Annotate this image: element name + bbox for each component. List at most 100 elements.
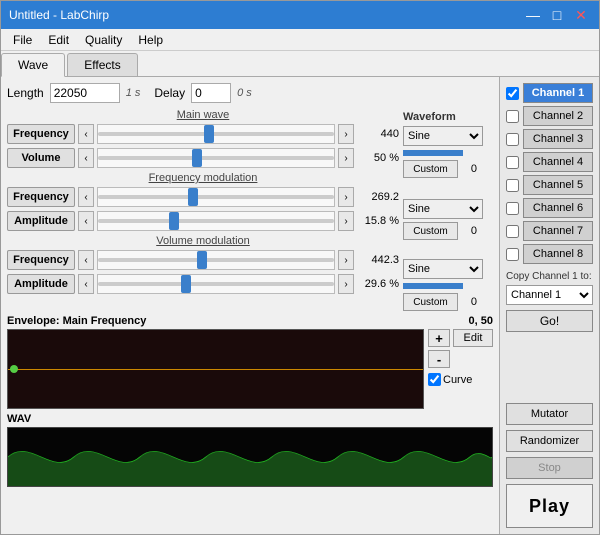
fm-custom-button[interactable]: Custom xyxy=(403,222,458,240)
freq-left-arrow[interactable]: ‹ xyxy=(78,124,94,144)
fm-amp-right[interactable]: › xyxy=(338,211,354,231)
fm-freq-right[interactable]: › xyxy=(338,187,354,207)
go-button[interactable]: Go! xyxy=(506,310,593,332)
channel-2-button[interactable]: Channel 2 xyxy=(523,106,593,126)
vm-freq-left[interactable]: ‹ xyxy=(78,250,94,270)
tab-wave[interactable]: Wave xyxy=(1,53,65,77)
channel-4-button[interactable]: Channel 4 xyxy=(523,152,593,172)
vm-amplitude-button[interactable]: Amplitude xyxy=(7,274,75,294)
main-custom-button[interactable]: Custom xyxy=(403,160,458,178)
wav-section: WAV xyxy=(7,413,493,487)
tab-effects[interactable]: Effects xyxy=(67,53,137,76)
fm-amp-row: Amplitude ‹ › 15.8 % xyxy=(7,211,399,231)
main-wf-bar xyxy=(403,150,463,156)
copy-channel-select[interactable]: Channel 1 Channel 2 Channel 3 Channel 4 … xyxy=(506,285,593,305)
main-wf-custom-row: Custom 0 xyxy=(403,160,493,178)
vm-amp-left[interactable]: ‹ xyxy=(78,274,94,294)
volume-button[interactable]: Volume xyxy=(7,148,75,168)
envelope-controls: + Edit - Curve xyxy=(428,329,493,386)
vol-right-arrow[interactable]: › xyxy=(338,148,354,168)
envelope-plus-button[interactable]: + xyxy=(428,329,450,347)
channel-5-button[interactable]: Channel 5 xyxy=(523,175,593,195)
window-title: Untitled - LabChirp xyxy=(9,8,109,22)
fm-frequency-button[interactable]: Frequency xyxy=(7,187,75,207)
channel-4-checkbox[interactable] xyxy=(506,156,519,169)
channel-7-row: Channel 7 xyxy=(506,221,593,241)
fm-frequency-slider[interactable] xyxy=(97,187,335,207)
delay-label: Delay xyxy=(154,86,185,100)
length-input[interactable] xyxy=(50,83,120,103)
sliders-waveform-container: Main wave Frequency ‹ › 440 xyxy=(7,109,493,311)
main-waveform-select[interactable]: Sine Square Triangle Sawtooth Noise xyxy=(403,126,483,146)
fm-amplitude-button[interactable]: Amplitude xyxy=(7,211,75,231)
channel-7-button[interactable]: Channel 7 xyxy=(523,221,593,241)
wav-canvas xyxy=(7,427,493,487)
vol-value: 50 % xyxy=(357,152,399,164)
channel-1-button[interactable]: Channel 1 xyxy=(523,83,593,103)
channel-8-button[interactable]: Channel 8 xyxy=(523,244,593,264)
menu-help[interactable]: Help xyxy=(130,31,171,49)
envelope-line xyxy=(8,369,423,370)
vm-frequency-slider[interactable] xyxy=(97,250,335,270)
vm-freq-row: Frequency ‹ › 442.3 xyxy=(7,250,399,270)
stop-button[interactable]: Stop xyxy=(506,457,593,479)
channel-8-row: Channel 8 xyxy=(506,244,593,264)
main-wave-label: Main wave xyxy=(7,109,399,121)
channel-2-checkbox[interactable] xyxy=(506,110,519,123)
mutator-button[interactable]: Mutator xyxy=(506,403,593,425)
delay-input[interactable] xyxy=(191,83,231,103)
channel-6-checkbox[interactable] xyxy=(506,202,519,215)
vm-amp-right[interactable]: › xyxy=(338,274,354,294)
vm-custom-button[interactable]: Custom xyxy=(403,293,458,311)
vm-amp-value: 29.6 % xyxy=(357,278,399,290)
menu-quality[interactable]: Quality xyxy=(77,31,130,49)
maximize-button[interactable]: □ xyxy=(547,5,567,25)
sliders-column: Main wave Frequency ‹ › 440 xyxy=(7,109,399,298)
fm-amplitude-slider[interactable] xyxy=(97,211,335,231)
freq-mod-label: Frequency modulation xyxy=(7,172,399,184)
menu-edit[interactable]: Edit xyxy=(40,31,77,49)
minimize-button[interactable]: — xyxy=(523,5,543,25)
curve-label: Curve xyxy=(443,374,472,386)
freq-right-arrow[interactable]: › xyxy=(338,124,354,144)
envelope-canvas[interactable] xyxy=(7,329,424,409)
frequency-button[interactable]: Frequency xyxy=(7,124,75,144)
menu-file[interactable]: File xyxy=(5,31,40,49)
channel-3-checkbox[interactable] xyxy=(506,133,519,146)
channel-6-button[interactable]: Channel 6 xyxy=(523,198,593,218)
envelope-top-btns: + Edit xyxy=(428,329,493,347)
curve-checkbox[interactable] xyxy=(428,373,441,386)
close-button[interactable]: ✕ xyxy=(571,5,591,25)
wav-label: WAV xyxy=(7,413,493,425)
play-button[interactable]: Play xyxy=(506,484,593,528)
vm-wf-custom-row: Custom 0 xyxy=(403,293,493,311)
vm-waveform-select[interactable]: Sine Square Triangle Sawtooth Noise xyxy=(403,259,483,279)
vm-amplitude-slider[interactable] xyxy=(97,274,335,294)
channel-3-button[interactable]: Channel 3 xyxy=(523,129,593,149)
volume-slider[interactable] xyxy=(97,148,335,168)
vm-frequency-button[interactable]: Frequency xyxy=(7,250,75,270)
waveform-header: Waveform xyxy=(403,111,493,123)
vm-freq-right[interactable]: › xyxy=(338,250,354,270)
fm-wf-custom-row: Custom 0 xyxy=(403,222,493,240)
envelope-minus-button[interactable]: - xyxy=(428,350,450,368)
vol-left-arrow[interactable]: ‹ xyxy=(78,148,94,168)
channel-5-row: Channel 5 xyxy=(506,175,593,195)
envelope-dot xyxy=(10,365,18,373)
window-controls: — □ ✕ xyxy=(523,5,591,25)
curve-checkbox-row: Curve xyxy=(428,373,493,386)
channel-1-checkbox[interactable] xyxy=(506,87,519,100)
main-content: Length 1 s Delay 0 s Main wave Frequency… xyxy=(1,77,599,534)
frequency-slider[interactable] xyxy=(97,124,335,144)
envelope-edit-button[interactable]: Edit xyxy=(453,329,493,347)
fm-freq-value: 269.2 xyxy=(357,191,399,203)
channel-7-checkbox[interactable] xyxy=(506,225,519,238)
fm-freq-left[interactable]: ‹ xyxy=(78,187,94,207)
randomizer-button[interactable]: Randomizer xyxy=(506,430,593,452)
channel-5-checkbox[interactable] xyxy=(506,179,519,192)
channel-8-checkbox[interactable] xyxy=(506,248,519,261)
fm-waveform-select[interactable]: Sine Square Triangle Sawtooth Noise xyxy=(403,199,483,219)
vm-wf-bar xyxy=(403,283,463,289)
fm-amp-left[interactable]: ‹ xyxy=(78,211,94,231)
main-custom-val: 0 xyxy=(461,163,477,175)
